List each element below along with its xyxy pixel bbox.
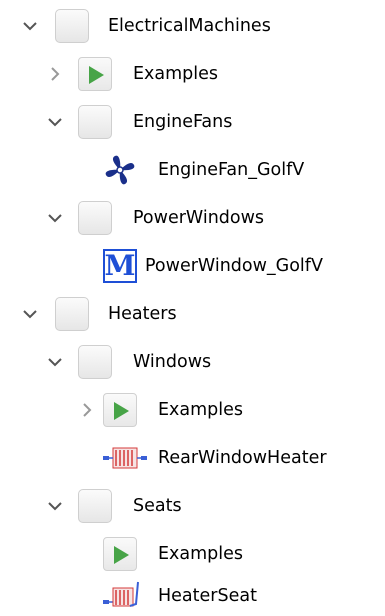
library-tree: ElectricalMachines Examples EngineFans E… <box>0 0 385 615</box>
chevron-down-icon[interactable] <box>45 112 65 132</box>
tree-node-label: Examples <box>158 544 244 564</box>
tree-node-label: EngineFans <box>133 112 233 132</box>
tree-node-seats[interactable]: Seats <box>0 482 385 530</box>
tree-node-label: RearWindowHeater <box>158 448 327 468</box>
tree-node-heaterseat[interactable]: HeaterSeat <box>0 574 385 615</box>
chevron-down-icon[interactable] <box>20 16 40 36</box>
package-icon <box>55 297 89 331</box>
tree-node-label: EngineFan_GolfV <box>158 160 305 180</box>
tree-node-rearwindowheater[interactable]: RearWindowHeater <box>0 434 385 482</box>
tree-node-label: Heaters <box>108 304 177 324</box>
tree-node-enginefan-golfv[interactable]: EngineFan_GolfV <box>0 146 385 194</box>
tree-node-label: ElectricalMachines <box>108 16 271 36</box>
tree-node-electricalmachines[interactable]: ElectricalMachines <box>0 2 385 50</box>
heater-icon <box>100 441 150 475</box>
chevron-down-icon[interactable] <box>20 304 40 324</box>
tree-node-powerwindow-golfv[interactable]: M PowerWindow_GolfV <box>0 242 385 290</box>
tree-node-label: PowerWindow_GolfV <box>145 256 323 276</box>
examples-play-icon <box>103 393 137 427</box>
tree-node-examples[interactable]: Examples <box>0 530 385 578</box>
tree-node-label: Examples <box>133 64 219 84</box>
tree-node-heaters[interactable]: Heaters <box>0 290 385 338</box>
chevron-down-icon[interactable] <box>45 208 65 228</box>
tree-node-label: Seats <box>133 496 182 516</box>
examples-play-icon <box>78 57 112 91</box>
package-icon <box>78 489 112 523</box>
tree-node-examples[interactable]: Examples <box>0 50 385 98</box>
package-icon <box>78 105 112 139</box>
chevron-down-icon[interactable] <box>45 352 65 372</box>
tree-node-powerwindows[interactable]: PowerWindows <box>0 194 385 242</box>
tree-node-windows[interactable]: Windows <box>0 338 385 386</box>
tree-node-label: Windows <box>133 352 212 372</box>
chevron-down-icon[interactable] <box>45 496 65 516</box>
modelica-m-icon: M <box>103 249 137 283</box>
tree-node-label: PowerWindows <box>133 208 265 228</box>
tree-node-examples[interactable]: Examples <box>0 386 385 434</box>
package-icon <box>78 201 112 235</box>
tree-node-label: Examples <box>158 400 244 420</box>
tree-node-enginefans[interactable]: EngineFans <box>0 98 385 146</box>
examples-play-icon <box>103 537 137 571</box>
chevron-right-icon[interactable] <box>45 64 65 84</box>
package-icon <box>55 9 89 43</box>
package-icon <box>78 345 112 379</box>
heater-seat-icon <box>100 578 150 612</box>
fan-icon <box>103 153 137 187</box>
chevron-right-icon[interactable] <box>77 400 97 420</box>
tree-node-label: HeaterSeat <box>158 586 257 606</box>
